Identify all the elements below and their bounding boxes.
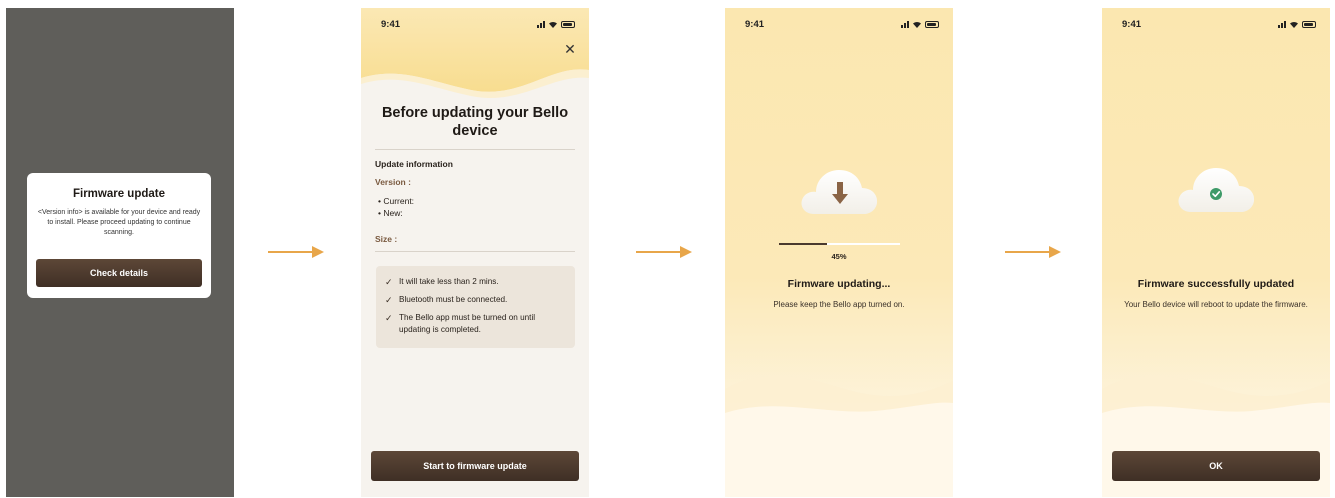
list-item: ✓ Bluetooth must be connected. <box>385 295 508 305</box>
status-time: 9:41 <box>745 19 765 30</box>
divider <box>375 149 575 150</box>
check-details-button[interactable]: Check details <box>36 259 202 287</box>
page-subtitle: Your Bello device will reboot to update … <box>1124 300 1308 309</box>
status-bar: 9:41 <box>1102 18 1330 32</box>
list-item: ✓ The Bello app must be turned on until u… <box>385 313 536 334</box>
wifi-icon <box>549 21 557 28</box>
battery-icon <box>561 21 575 28</box>
status-time: 9:41 <box>381 19 401 30</box>
list-item: ✓ It will take less than 2 mins. <box>385 277 499 287</box>
cloud-download-icon <box>801 170 878 214</box>
dialog-message: <Version info> is available for your dev… <box>37 209 201 236</box>
section-title: Update information <box>375 159 453 169</box>
progress-percent: 45% <box>831 252 847 261</box>
close-icon[interactable]: ✕ <box>563 42 577 56</box>
status-bar: 9:41 <box>361 18 589 32</box>
page-subtitle: Please keep the Bello app turned on. <box>773 300 905 309</box>
progress-bar-fill <box>779 243 828 245</box>
wifi-icon <box>1290 21 1298 28</box>
divider <box>375 251 575 252</box>
size-label: Size : <box>375 234 398 244</box>
page-title: Firmware successfully updated <box>1137 278 1295 290</box>
requirements-panel: ✓ It will take less than 2 mins. ✓ Bluetoo… <box>376 266 575 348</box>
wifi-icon <box>913 21 921 28</box>
current-version: • Current: <box>378 196 415 206</box>
page-title: Before updating your Bello device <box>381 105 569 139</box>
ok-button[interactable]: OK <box>1112 451 1320 481</box>
screen-firmware-updating: 9:41 45% Firmware updating... Please kee… <box>725 8 953 497</box>
page-title: Firmware updating... <box>787 278 891 290</box>
checkmark-icon: ✓ <box>385 313 393 323</box>
dialog-title: Firmware update <box>72 188 166 200</box>
progress-bar <box>779 243 900 245</box>
new-version: • New: <box>378 208 403 218</box>
arrow-right-icon <box>1005 246 1061 258</box>
cloud-check-icon <box>1178 168 1255 212</box>
screen-firmware-success: 9:41 Firmware successfully updated Your … <box>1102 8 1330 497</box>
arrow-right-icon <box>636 246 692 258</box>
checkmark-icon: ✓ <box>385 295 393 305</box>
battery-icon <box>1302 21 1316 28</box>
status-time: 9:41 <box>1122 19 1142 30</box>
firmware-update-dialog: Firmware update <Version info> is availa… <box>27 173 211 298</box>
signal-icon <box>901 21 909 28</box>
battery-icon <box>925 21 939 28</box>
start-firmware-update-button[interactable]: Start to firmware update <box>371 451 579 481</box>
arrow-right-icon <box>268 246 324 258</box>
signal-icon <box>1278 21 1286 28</box>
screen-before-update: 9:41 ✕ Before updating your Bello device… <box>361 8 589 497</box>
screen-firmware-prompt: Firmware update <Version info> is availa… <box>6 8 234 497</box>
signal-icon <box>537 21 545 28</box>
checkmark-icon: ✓ <box>385 277 393 287</box>
status-bar: 9:41 <box>725 18 953 32</box>
version-label: Version : <box>375 177 411 187</box>
bottom-wave-background <box>725 375 953 497</box>
